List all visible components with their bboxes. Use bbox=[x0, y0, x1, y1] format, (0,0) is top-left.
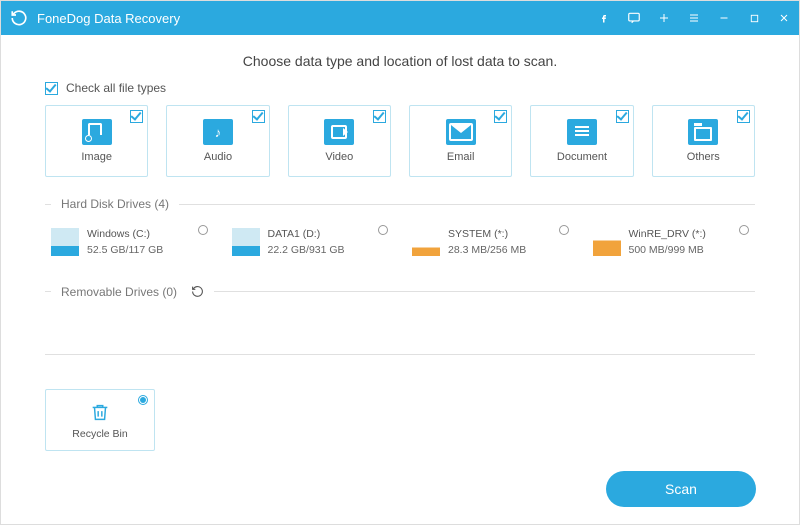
drive-winre[interactable]: WinRE_DRV (*:) 500 MB/999 MB bbox=[593, 225, 750, 259]
drive-name: DATA1 (D:) bbox=[268, 227, 345, 243]
scan-button[interactable]: Scan bbox=[606, 471, 756, 507]
drive-radio[interactable] bbox=[378, 225, 388, 235]
type-card-video[interactable]: Video bbox=[288, 105, 391, 177]
recycle-radio-selected[interactable] bbox=[138, 395, 148, 405]
drive-icon bbox=[593, 228, 621, 256]
type-label: Email bbox=[447, 151, 475, 163]
drive-radio[interactable] bbox=[559, 225, 569, 235]
hard-drives-label: Hard Disk Drives (4) bbox=[61, 197, 169, 211]
check-all-label: Check all file types bbox=[66, 81, 166, 95]
drive-radio[interactable] bbox=[198, 225, 208, 235]
image-icon bbox=[82, 119, 112, 145]
drive-icon bbox=[51, 228, 79, 256]
type-card-audio[interactable]: Audio bbox=[166, 105, 269, 177]
menu-icon[interactable] bbox=[687, 11, 701, 25]
maximize-icon[interactable] bbox=[747, 11, 761, 25]
recycle-bin-card[interactable]: Recycle Bin bbox=[45, 389, 155, 451]
type-card-document[interactable]: Document bbox=[530, 105, 633, 177]
type-checkbox[interactable] bbox=[130, 110, 143, 123]
drive-d[interactable]: DATA1 (D:) 22.2 GB/931 GB bbox=[232, 225, 389, 259]
type-checkbox[interactable] bbox=[252, 110, 265, 123]
drive-system[interactable]: SYSTEM (*:) 28.3 MB/256 MB bbox=[412, 225, 569, 259]
drive-size: 500 MB/999 MB bbox=[629, 243, 706, 259]
drive-size: 52.5 GB/117 GB bbox=[87, 243, 163, 259]
drive-icon bbox=[412, 228, 440, 256]
recycle-label: Recycle Bin bbox=[72, 428, 127, 440]
type-checkbox[interactable] bbox=[494, 110, 507, 123]
folder-icon bbox=[688, 119, 718, 145]
drive-name: SYSTEM (*:) bbox=[448, 227, 526, 243]
type-checkbox[interactable] bbox=[373, 110, 386, 123]
type-label: Document bbox=[557, 151, 607, 163]
type-label: Others bbox=[687, 151, 720, 163]
type-label: Video bbox=[325, 151, 353, 163]
feedback-icon[interactable] bbox=[627, 11, 641, 25]
type-checkbox[interactable] bbox=[737, 110, 750, 123]
type-label: Audio bbox=[204, 151, 232, 163]
drive-size: 22.2 GB/931 GB bbox=[268, 243, 345, 259]
drive-icon bbox=[232, 228, 260, 256]
type-card-email[interactable]: Email bbox=[409, 105, 512, 177]
file-types-row: Image Audio Video Email Document Others bbox=[45, 105, 755, 177]
app-logo-icon bbox=[9, 8, 29, 28]
type-label: Image bbox=[81, 151, 112, 163]
refresh-icon[interactable] bbox=[191, 285, 204, 298]
video-icon bbox=[324, 119, 354, 145]
page-heading: Choose data type and location of lost da… bbox=[45, 53, 755, 69]
type-card-image[interactable]: Image bbox=[45, 105, 148, 177]
drive-radio[interactable] bbox=[739, 225, 749, 235]
app-title: FoneDog Data Recovery bbox=[37, 11, 597, 26]
trash-icon bbox=[89, 400, 111, 424]
drive-name: WinRE_DRV (*:) bbox=[629, 227, 706, 243]
plus-icon[interactable] bbox=[657, 11, 671, 25]
drive-name: Windows (C:) bbox=[87, 227, 163, 243]
removable-drives-label: Removable Drives (0) bbox=[61, 285, 177, 299]
email-icon bbox=[446, 119, 476, 145]
hard-drives-section: Hard Disk Drives (4) Windows (C:) 52.5 G… bbox=[45, 197, 755, 265]
facebook-icon[interactable] bbox=[597, 11, 611, 25]
close-icon[interactable] bbox=[777, 11, 791, 25]
check-all-row[interactable]: Check all file types bbox=[45, 81, 755, 95]
type-checkbox[interactable] bbox=[616, 110, 629, 123]
drive-c[interactable]: Windows (C:) 52.5 GB/117 GB bbox=[51, 225, 208, 259]
removable-drives-section: Removable Drives (0) bbox=[45, 285, 755, 355]
minimize-icon[interactable] bbox=[717, 11, 731, 25]
document-icon bbox=[567, 119, 597, 145]
type-card-others[interactable]: Others bbox=[652, 105, 755, 177]
drive-size: 28.3 MB/256 MB bbox=[448, 243, 526, 259]
audio-icon bbox=[203, 119, 233, 145]
check-all-checkbox[interactable] bbox=[45, 82, 58, 95]
title-bar: FoneDog Data Recovery bbox=[1, 1, 799, 35]
